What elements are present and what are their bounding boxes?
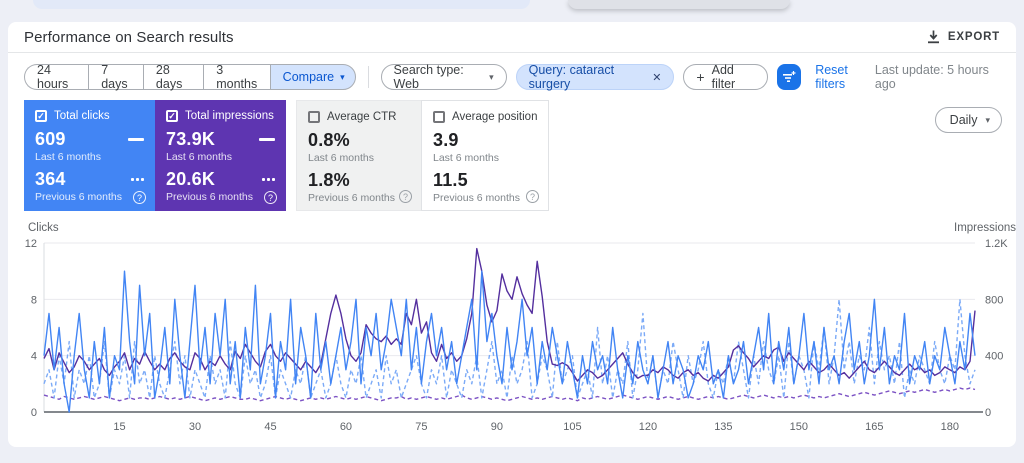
- card-value: 11.5: [433, 170, 468, 190]
- compare-label: Compare: [282, 70, 335, 84]
- filter-bar: 24 hours 7 days 28 days 3 months Compare…: [8, 53, 1016, 99]
- close-icon[interactable]: ✕: [652, 71, 661, 84]
- card-label: Average CTR: [327, 111, 397, 123]
- card-value: 3.9: [433, 130, 459, 150]
- svg-text:400: 400: [985, 351, 1003, 363]
- card-caption: Last 6 months: [433, 152, 499, 164]
- svg-text:0: 0: [985, 407, 991, 419]
- card-value: 73.9K: [166, 129, 216, 149]
- svg-text:8: 8: [31, 294, 37, 306]
- solid-line-legend-icon: [259, 138, 275, 141]
- card-value: 364: [35, 169, 66, 189]
- check-icon: ✓: [37, 110, 45, 121]
- export-button[interactable]: EXPORT: [927, 30, 1000, 44]
- cards-gap: [286, 100, 296, 211]
- svg-text:120: 120: [639, 421, 657, 433]
- metric-card-average-ctr[interactable]: Average CTR 0.8% Last 6 months 1.8% Prev…: [296, 100, 421, 211]
- checkbox-total-clicks[interactable]: ✓: [35, 110, 47, 122]
- date-range-7-days[interactable]: 7 days: [88, 63, 143, 91]
- chevron-down-icon: ▾: [489, 71, 494, 82]
- metric-card-total-impressions[interactable]: ✓ Total impressions 73.9K Last 6 months …: [155, 100, 286, 211]
- panel-header: Performance on Search results EXPORT: [8, 22, 1016, 53]
- last-update-text: Last update: 5 hours ago: [874, 63, 989, 91]
- search-type-chip[interactable]: Search type: Web ▾: [380, 63, 507, 91]
- svg-text:90: 90: [491, 421, 503, 433]
- top-search-bar-remnant: [33, 0, 530, 9]
- page-title: Performance on Search results: [24, 28, 234, 46]
- date-range-group: 24 hours 7 days 28 days 3 months Compare…: [24, 63, 356, 91]
- date-range-28-days[interactable]: 28 days: [142, 63, 204, 91]
- svg-text:60: 60: [340, 421, 352, 433]
- performance-panel: Performance on Search results EXPORT 24 …: [8, 22, 1016, 447]
- card-value: 609: [35, 129, 66, 149]
- metric-card-average-position[interactable]: Average position 3.9 Last 6 months 11.5 …: [421, 100, 549, 211]
- help-icon[interactable]: ?: [399, 190, 412, 203]
- query-filter-label: Query: cataract surgery: [528, 63, 615, 91]
- svg-text:135: 135: [714, 421, 732, 433]
- card-caption: Last 6 months: [166, 151, 232, 163]
- svg-text:4: 4: [31, 351, 37, 363]
- svg-text:75: 75: [415, 421, 427, 433]
- svg-text:12: 12: [25, 238, 37, 250]
- screen: Performance on Search results EXPORT 24 …: [0, 0, 1024, 463]
- card-caption: Last 6 months: [308, 152, 374, 164]
- svg-text:180: 180: [941, 421, 959, 433]
- svg-text:0: 0: [31, 407, 37, 419]
- granularity-label: Daily: [949, 113, 978, 127]
- chevron-down-icon: ▾: [985, 114, 990, 125]
- svg-text:Impressions: Impressions: [954, 222, 1016, 234]
- svg-text:45: 45: [264, 421, 276, 433]
- top-toolbar-remnant: [568, 0, 790, 9]
- help-icon[interactable]: ?: [264, 191, 277, 204]
- add-filter-button[interactable]: + Add filter: [683, 63, 768, 91]
- query-filter-chip[interactable]: Query: cataract surgery ✕: [515, 63, 675, 91]
- card-caption: Previous 6 months: [166, 191, 253, 203]
- dashed-line-legend-icon: [262, 178, 275, 181]
- svg-text:Clicks: Clicks: [28, 222, 59, 234]
- card-value: 20.6K: [166, 169, 216, 189]
- chevron-down-icon: ▾: [340, 71, 345, 82]
- checkbox-total-impressions[interactable]: ✓: [166, 110, 178, 122]
- search-type-label: Search type: Web: [393, 63, 464, 91]
- svg-text:150: 150: [790, 421, 808, 433]
- add-filter-label: Add filter: [711, 63, 736, 91]
- checkbox-average-position[interactable]: [433, 111, 445, 123]
- svg-text:800: 800: [985, 294, 1003, 306]
- reset-filters-link[interactable]: Reset filters: [815, 63, 875, 91]
- help-icon[interactable]: ?: [133, 191, 146, 204]
- card-label: Total clicks: [54, 110, 110, 122]
- performance-chart: 0 0 4 400 8 800 12 1.2K 15 30 45 60 75 90 105 120 135 150…: [8, 218, 1016, 446]
- date-range-24-hours[interactable]: 24 hours: [24, 63, 89, 91]
- export-label: EXPORT: [947, 31, 1000, 43]
- compare-button[interactable]: Compare ▾: [269, 64, 356, 90]
- svg-text:30: 30: [189, 421, 201, 433]
- granularity-dropdown[interactable]: Daily ▾: [934, 107, 1002, 133]
- filter-settings-button[interactable]: [776, 64, 802, 90]
- metric-cards-row: ✓ Total clicks 609 Last 6 months 364 Pre…: [24, 100, 549, 211]
- metric-card-total-clicks[interactable]: ✓ Total clicks 609 Last 6 months 364 Pre…: [24, 100, 155, 211]
- card-value: 1.8%: [308, 170, 350, 190]
- card-caption: Last 6 months: [35, 151, 101, 163]
- card-caption: Previous 6 months: [308, 192, 395, 204]
- svg-text:15: 15: [113, 421, 125, 433]
- plus-icon: +: [696, 69, 705, 85]
- svg-text:105: 105: [563, 421, 581, 433]
- svg-text:1.2K: 1.2K: [985, 238, 1008, 250]
- line-chart: 0 0 4 400 8 800 12 1.2K 15 30 45 60 75 90 105 120 135 150…: [25, 222, 1016, 433]
- help-icon[interactable]: ?: [526, 190, 539, 203]
- card-value: 0.8%: [308, 130, 350, 150]
- check-icon: ✓: [168, 110, 176, 121]
- divider: [367, 66, 369, 88]
- card-label: Total impressions: [185, 110, 274, 122]
- dashed-line-legend-icon: [131, 178, 144, 181]
- card-caption: Previous 6 months: [35, 191, 122, 203]
- date-range-3-months[interactable]: 3 months: [203, 63, 270, 91]
- checkbox-average-ctr[interactable]: [308, 111, 320, 123]
- card-label: Average position: [452, 111, 538, 123]
- download-icon: [927, 30, 939, 44]
- solid-line-legend-icon: [128, 138, 144, 141]
- filter-plus-icon: [782, 70, 796, 82]
- svg-text:165: 165: [865, 421, 883, 433]
- card-caption: Previous 6 months: [433, 192, 520, 204]
